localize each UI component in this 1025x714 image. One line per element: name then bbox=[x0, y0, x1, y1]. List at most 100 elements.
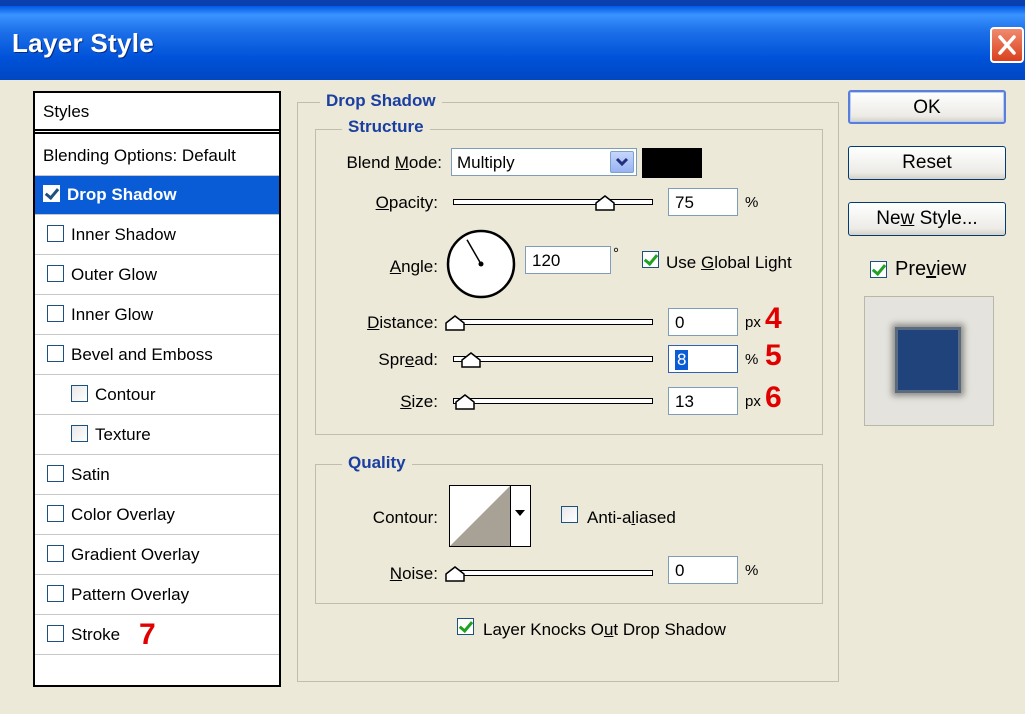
contour-checkbox[interactable] bbox=[71, 385, 88, 402]
blend-mode-select[interactable]: Multiply bbox=[451, 148, 637, 176]
opacity-label: Opacity: bbox=[375, 193, 438, 212]
blending-options-label: Blending Options: Default bbox=[43, 146, 236, 165]
style-item-label: Contour bbox=[95, 385, 156, 404]
style-item-drop-shadow[interactable]: Drop Shadow bbox=[35, 176, 279, 215]
preview-checkbox[interactable] bbox=[870, 261, 887, 278]
noise-label: Noise: bbox=[389, 564, 438, 583]
satin-checkbox[interactable] bbox=[47, 465, 64, 482]
bevel-emboss-checkbox[interactable] bbox=[47, 345, 64, 362]
window-title: Layer Style bbox=[12, 28, 155, 58]
distance-slider-thumb[interactable] bbox=[445, 315, 465, 331]
style-item-label: Stroke bbox=[71, 625, 121, 644]
spread-input[interactable]: 8 bbox=[668, 345, 738, 373]
style-item-label: Inner Shadow bbox=[71, 225, 176, 244]
close-button[interactable] bbox=[990, 27, 1024, 63]
style-preview bbox=[864, 296, 994, 426]
annotation-marker: 6 bbox=[765, 381, 782, 414]
preview-swatch bbox=[895, 327, 961, 393]
distance-input[interactable]: 0 bbox=[668, 308, 738, 336]
noise-input[interactable]: 0 bbox=[668, 556, 738, 584]
contour-label: Contour: bbox=[372, 508, 438, 527]
anti-aliased-label: Anti-aliased bbox=[587, 508, 676, 527]
style-item-label: Satin bbox=[71, 465, 110, 484]
size-label: Size: bbox=[400, 392, 438, 411]
style-item-label: Gradient Overlay bbox=[71, 545, 200, 564]
style-item-pattern-overlay[interactable]: Pattern Overlay bbox=[35, 576, 279, 615]
distance-slider[interactable] bbox=[453, 319, 653, 325]
opacity-unit: % bbox=[745, 194, 759, 211]
distance-label: Distance: bbox=[367, 313, 438, 332]
spread-slider[interactable] bbox=[453, 356, 653, 362]
style-item-label: Drop Shadow bbox=[67, 185, 177, 204]
annotation-marker: 5 bbox=[765, 339, 782, 372]
preview-label: Preview bbox=[895, 258, 967, 280]
style-item-label: Pattern Overlay bbox=[71, 585, 190, 604]
opacity-slider[interactable] bbox=[453, 199, 653, 205]
style-item-bevel-emboss[interactable]: Bevel and Emboss bbox=[35, 336, 279, 375]
use-global-light-checkbox[interactable] bbox=[642, 251, 659, 268]
quality-group-title: Quality bbox=[342, 453, 412, 473]
annotation-marker: 4 bbox=[765, 302, 782, 335]
size-slider[interactable] bbox=[453, 398, 653, 404]
angle-input[interactable]: 120 bbox=[525, 246, 611, 274]
style-item-texture[interactable]: Texture bbox=[35, 416, 279, 455]
shadow-color-swatch[interactable] bbox=[642, 148, 702, 178]
styles-divider bbox=[35, 132, 279, 134]
styles-list: Styles Blending Options: Default Drop Sh… bbox=[33, 91, 281, 687]
styles-header[interactable]: Styles bbox=[35, 93, 279, 131]
distance-unit: px bbox=[745, 314, 761, 331]
chevron-down-icon[interactable] bbox=[610, 151, 634, 173]
color-overlay-checkbox[interactable] bbox=[47, 505, 64, 522]
drop-shadow-group-title: Drop Shadow bbox=[320, 91, 442, 111]
reset-button[interactable]: Reset bbox=[848, 146, 1006, 180]
style-item-stroke[interactable]: Stroke 7 bbox=[35, 616, 279, 655]
anti-aliased-checkbox[interactable] bbox=[561, 506, 578, 523]
drop-shadow-checkbox[interactable] bbox=[43, 185, 60, 202]
style-item-satin[interactable]: Satin bbox=[35, 456, 279, 495]
angle-dial[interactable] bbox=[445, 228, 517, 300]
angle-unit: ° bbox=[613, 245, 619, 262]
pattern-overlay-checkbox[interactable] bbox=[47, 585, 64, 602]
stroke-checkbox[interactable] bbox=[47, 625, 64, 642]
layer-knocks-out-checkbox[interactable] bbox=[457, 618, 474, 635]
style-item-label: Outer Glow bbox=[71, 265, 157, 284]
layer-knocks-out-label: Layer Knocks Out Drop Shadow bbox=[483, 620, 726, 639]
spread-label: Spread: bbox=[378, 350, 438, 369]
annotation-marker: 7 bbox=[139, 618, 156, 651]
inner-glow-checkbox[interactable] bbox=[47, 305, 64, 322]
contour-preview[interactable] bbox=[449, 485, 511, 547]
style-item-contour[interactable]: Contour bbox=[35, 376, 279, 415]
style-item-outer-glow[interactable]: Outer Glow bbox=[35, 256, 279, 295]
use-global-light-label: Use Global Light bbox=[666, 253, 792, 272]
noise-unit: % bbox=[745, 562, 759, 579]
style-item-label: Inner Glow bbox=[71, 305, 154, 324]
contour-dropdown[interactable] bbox=[511, 485, 531, 547]
ok-button[interactable]: OK bbox=[848, 90, 1006, 124]
new-style-button[interactable]: New Style... bbox=[848, 202, 1006, 236]
inner-shadow-checkbox[interactable] bbox=[47, 225, 64, 242]
style-item-label: Bevel and Emboss bbox=[71, 345, 213, 364]
texture-checkbox[interactable] bbox=[71, 425, 88, 442]
layer-style-dialog: Layer Style Styles Blending Options: Def… bbox=[0, 0, 1025, 714]
styles-header-label: Styles bbox=[43, 102, 90, 121]
style-item-gradient-overlay[interactable]: Gradient Overlay bbox=[35, 536, 279, 575]
style-item-inner-glow[interactable]: Inner Glow bbox=[35, 296, 279, 335]
outer-glow-checkbox[interactable] bbox=[47, 265, 64, 282]
style-item-color-overlay[interactable]: Color Overlay bbox=[35, 496, 279, 535]
size-input[interactable]: 13 bbox=[668, 387, 738, 415]
blend-mode-value: Multiply bbox=[457, 153, 515, 172]
caret-down-icon bbox=[515, 510, 525, 516]
spread-slider-thumb[interactable] bbox=[461, 352, 481, 368]
structure-group-title: Structure bbox=[342, 117, 430, 137]
style-item-label: Color Overlay bbox=[71, 505, 175, 524]
size-unit: px bbox=[745, 393, 761, 410]
opacity-input[interactable]: 75 bbox=[668, 188, 738, 216]
noise-slider[interactable] bbox=[453, 570, 653, 576]
opacity-slider-thumb[interactable] bbox=[595, 195, 615, 211]
blending-options-item[interactable]: Blending Options: Default bbox=[35, 137, 279, 176]
style-item-inner-shadow[interactable]: Inner Shadow bbox=[35, 216, 279, 255]
style-item-label: Texture bbox=[95, 425, 151, 444]
size-slider-thumb[interactable] bbox=[455, 394, 475, 410]
gradient-overlay-checkbox[interactable] bbox=[47, 545, 64, 562]
noise-slider-thumb[interactable] bbox=[445, 566, 465, 582]
